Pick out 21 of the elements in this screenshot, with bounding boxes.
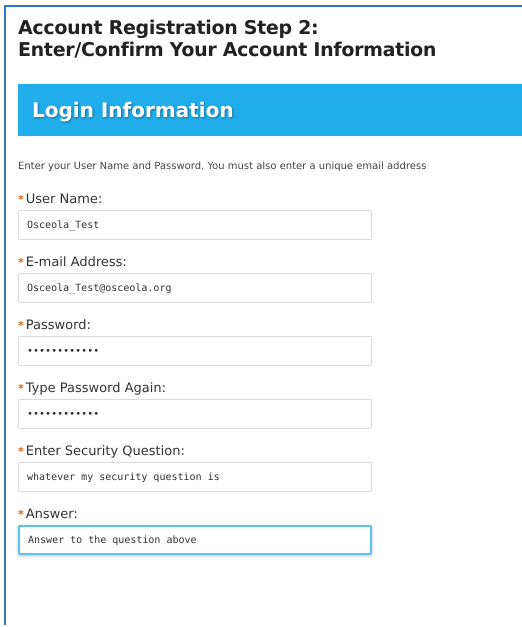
field-label: Answer:: [26, 507, 78, 522]
required-marker: *: [18, 193, 24, 206]
required-marker: *: [18, 382, 24, 395]
instruction-text: Enter your User Name and Password. You must also enter a unique email address: [18, 161, 428, 172]
section-title: Login Information: [32, 98, 234, 122]
input-field[interactable]: Osceola_Test: [18, 210, 372, 240]
field-label: Type Password Again:: [26, 381, 166, 396]
required-marker: *: [18, 319, 24, 332]
field-label: E-mail Address:: [26, 255, 127, 270]
input-field[interactable]: whatever my security question is: [18, 462, 372, 492]
required-marker: *: [18, 445, 24, 458]
input-field[interactable]: Osceola_Test@osceola.org: [18, 273, 372, 303]
required-marker: *: [18, 256, 24, 269]
required-marker: *: [18, 508, 24, 521]
input-field[interactable]: ••••••••••••: [18, 399, 372, 429]
page-title: Account Registration Step 2: Enter/Confirm Your Account Information: [18, 17, 438, 61]
input-field[interactable]: Answer to the question above: [18, 525, 372, 555]
field-label: Password:: [26, 318, 91, 333]
input-field[interactable]: ••••••••••••: [18, 336, 372, 366]
field-label: Enter Security Question:: [26, 444, 185, 459]
field-label: User Name:: [26, 192, 102, 207]
